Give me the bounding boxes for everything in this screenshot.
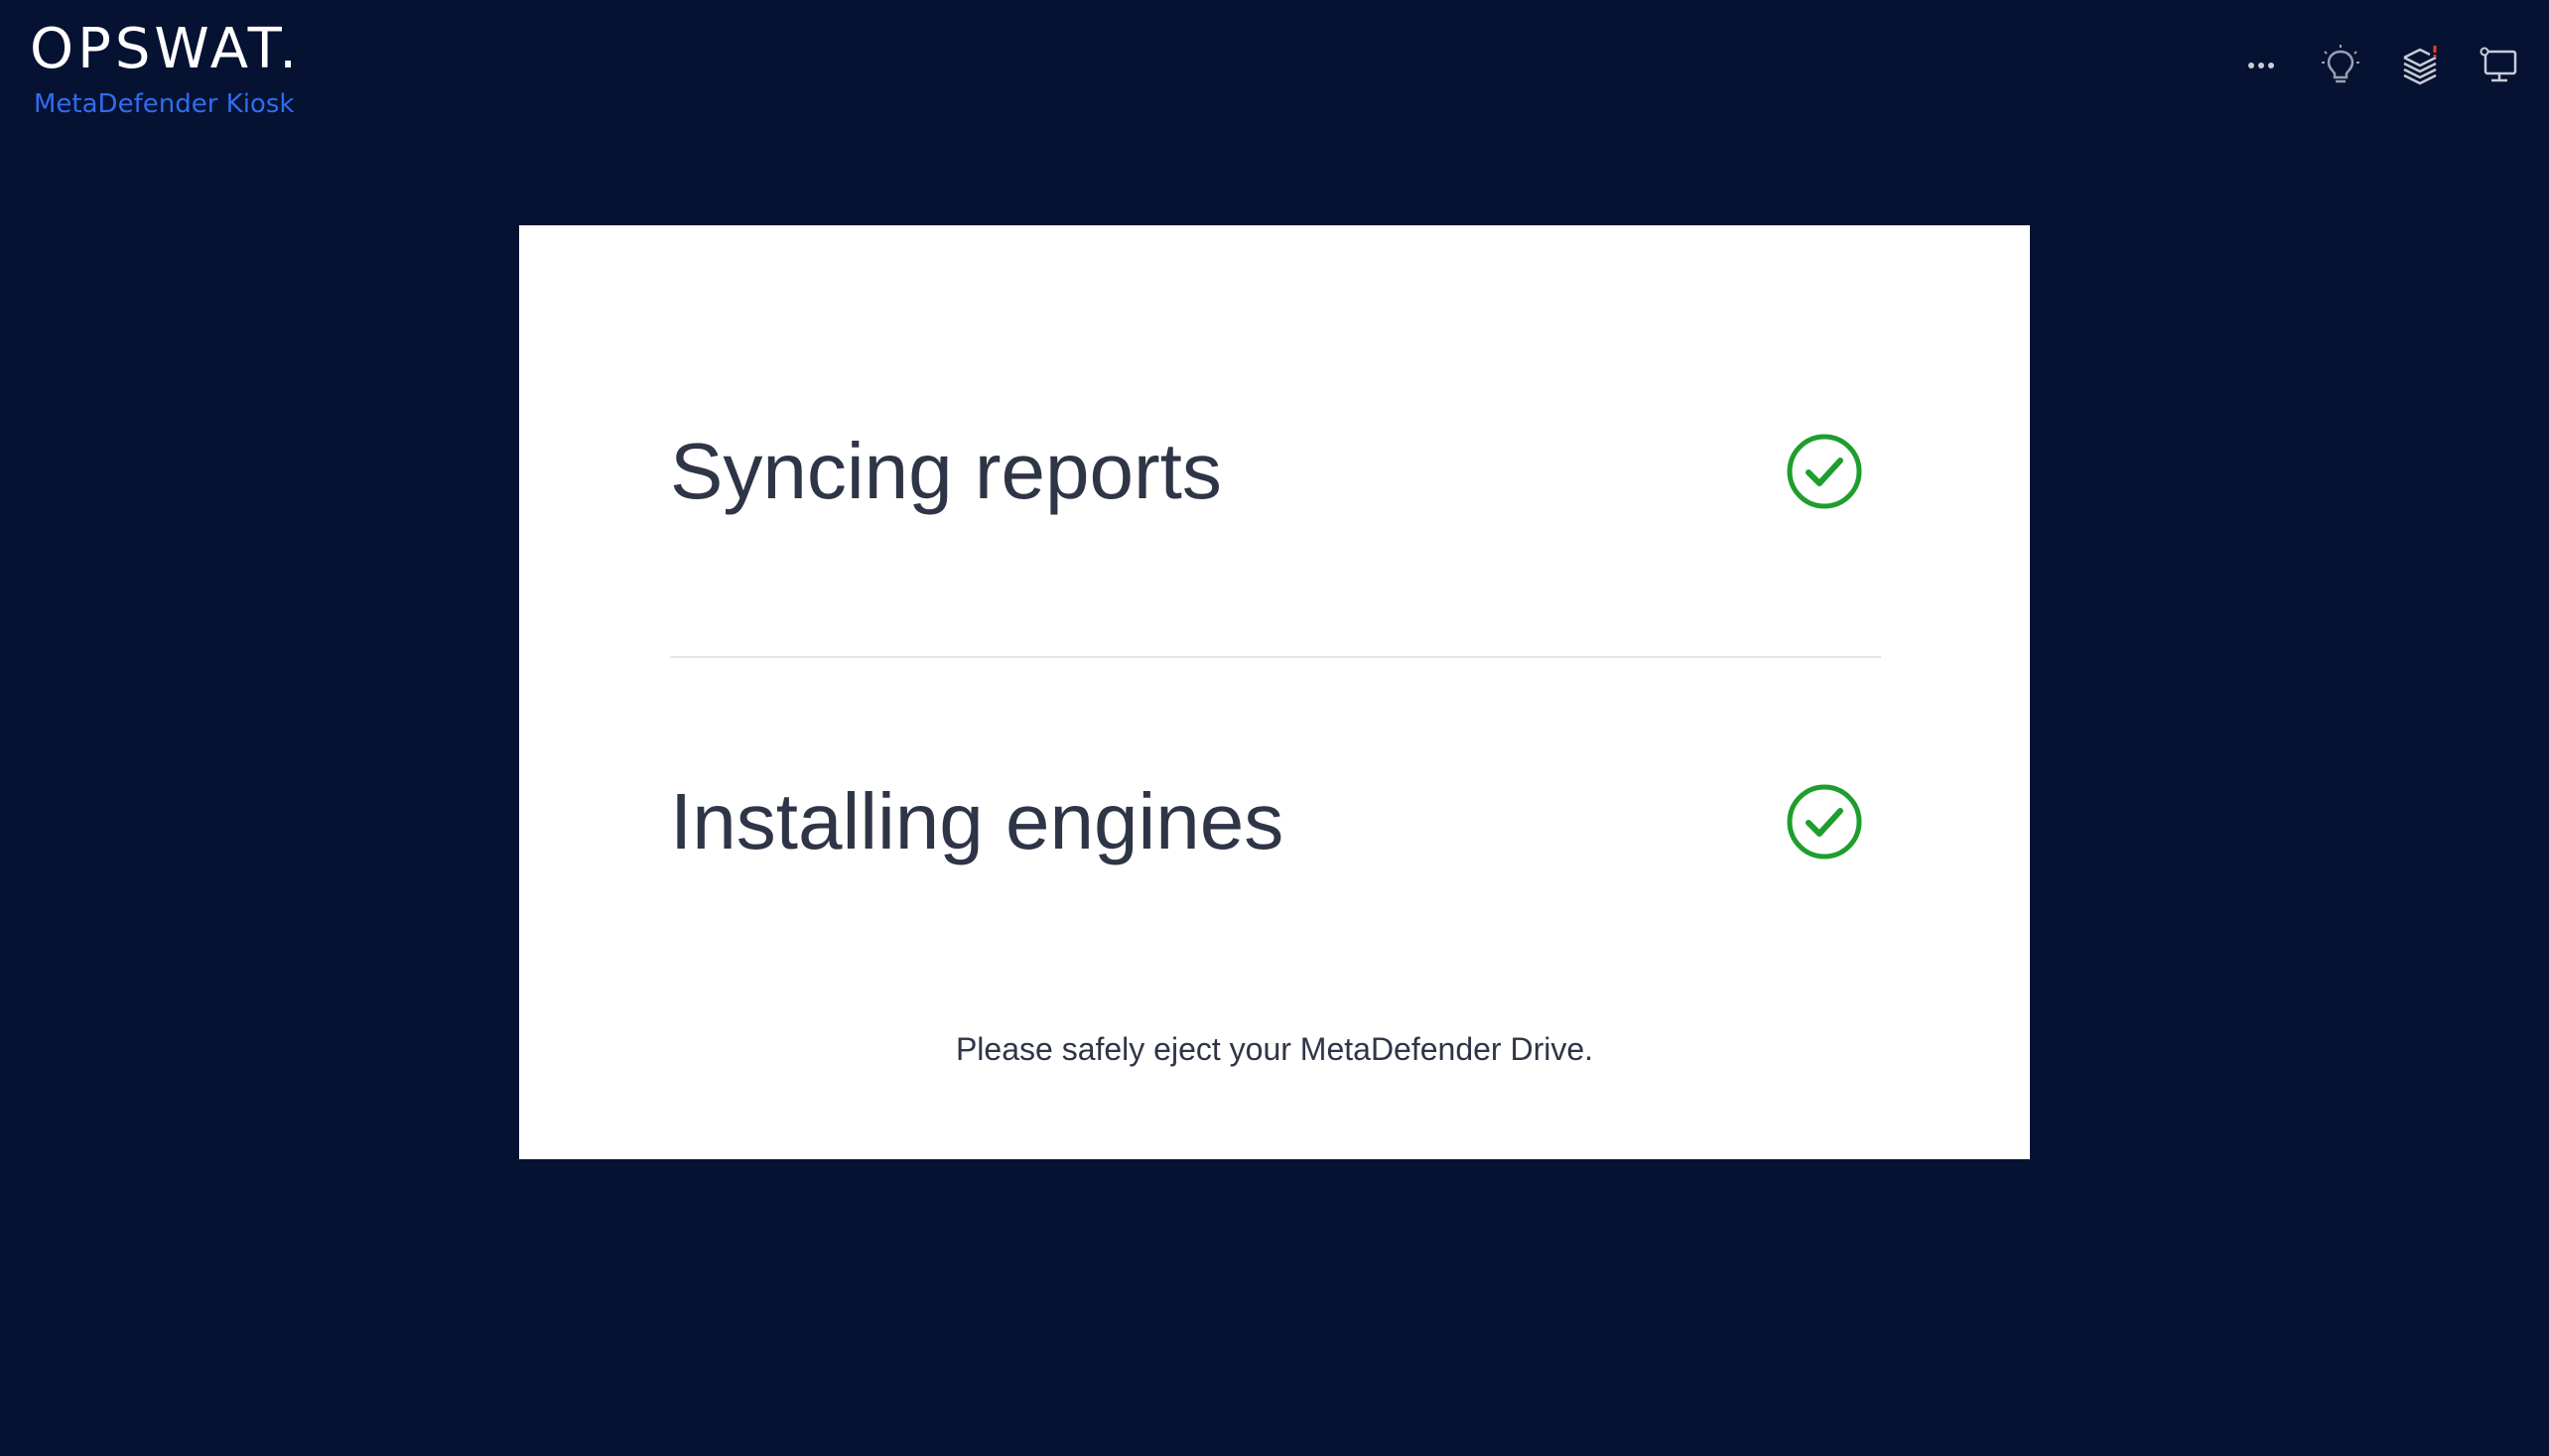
eject-message: Please safely eject your MetaDefender Dr… [955, 1031, 1594, 1067]
more-icon [2248, 63, 2274, 68]
opswat-logo: OPSWAT. [30, 17, 302, 81]
step-label: Installing engines [670, 777, 1284, 865]
brand: OPSWAT. MetaDefender Kiosk [30, 17, 302, 120]
kiosk-screen: OPSWAT. MetaDefender Kiosk Syncing repor… [0, 0, 2549, 1456]
layers-button[interactable] [2398, 44, 2442, 87]
monitor-icon [2480, 47, 2517, 82]
more-button[interactable] [2239, 44, 2283, 87]
check-circle-icon [1787, 434, 1862, 509]
display-button[interactable] [2478, 44, 2521, 87]
layers-alert-icon [2403, 46, 2437, 85]
step-syncing-reports: Syncing reports [670, 412, 1881, 531]
progress-dialog: Syncing reports Installing engines Pleas… [519, 225, 2030, 1159]
step-installing-engines: Installing engines [670, 762, 1881, 881]
divider [670, 656, 1881, 658]
tips-button[interactable] [2319, 44, 2362, 87]
product-name: MetaDefender Kiosk [34, 89, 295, 119]
top-toolbar [2204, 44, 2521, 87]
lightbulb-icon [2322, 45, 2359, 83]
step-label: Syncing reports [670, 427, 1222, 515]
check-circle-icon [1787, 784, 1862, 860]
